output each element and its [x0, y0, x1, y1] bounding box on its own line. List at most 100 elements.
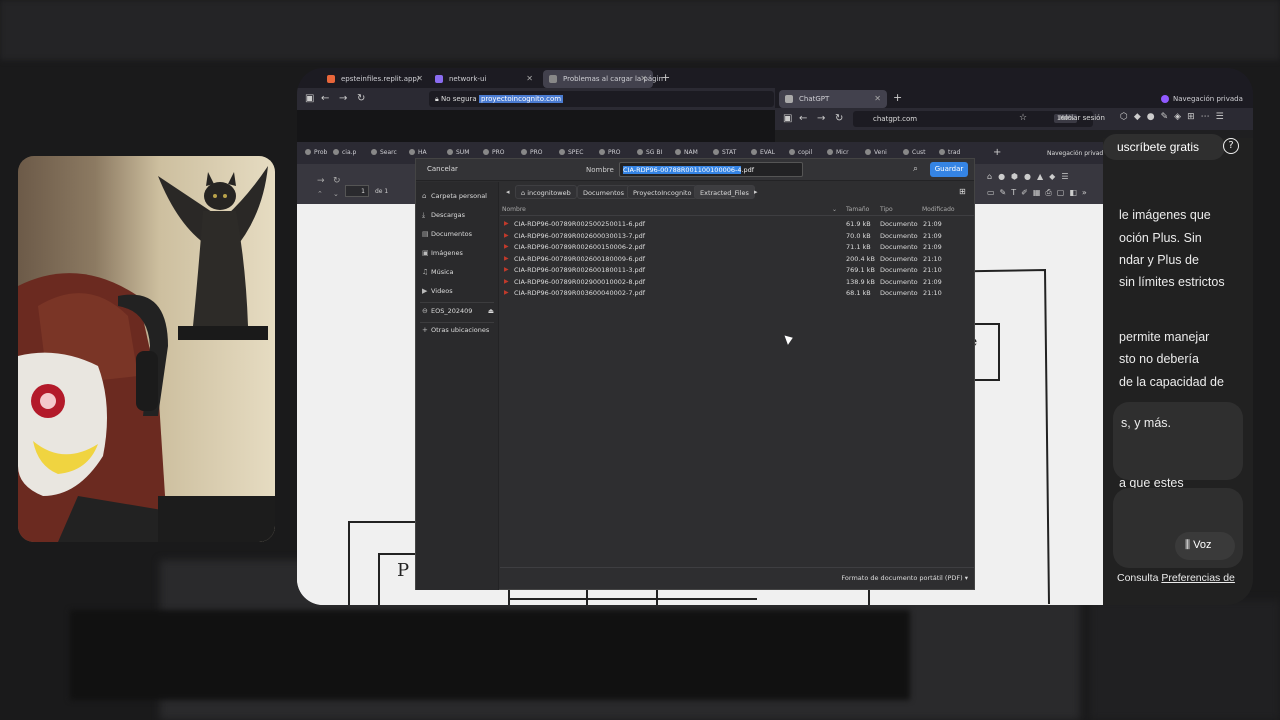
file-row[interactable]: ▶ CIA-RDP96-00789R002600180009-6.pdf 200.4… [500, 253, 974, 265]
favicon-icon [785, 95, 793, 103]
bookmark-item[interactable]: PRO [599, 149, 621, 156]
extension-icons[interactable]: ⬡◆●✎◈⊞⋯☰ [1120, 112, 1230, 122]
breadcrumb-extracted-files[interactable]: Extracted_Files [694, 185, 755, 199]
path-bar: ◂ ⌂ incognitoweb Documentos ProyectoInco… [501, 184, 974, 201]
favicon-icon [327, 75, 335, 83]
music-icon: ♫ [422, 268, 429, 276]
forward-icon[interactable]: → [817, 113, 825, 124]
svg-text:P: P [397, 560, 409, 581]
chatgpt-panel: uscríbete gratis ? le imágenes que oción… [1103, 134, 1253, 605]
chevron-right-icon[interactable]: ▸ [754, 188, 758, 196]
bookmark-item[interactable]: SG BI [637, 149, 662, 156]
chatgpt-window-tabs: ChatGPT ✕ + Navegación privada [775, 88, 1253, 108]
close-icon[interactable]: ✕ [874, 94, 881, 103]
login-button[interactable]: Iniciar sesión [1059, 114, 1105, 122]
sidebar-item-music[interactable]: ♫ Música [422, 268, 453, 276]
file-row[interactable]: ▶ CIA-RDP96-00789R002500250011-6.pdf 61.9 … [500, 218, 974, 230]
save-button[interactable]: Guardar [930, 162, 968, 177]
reload-icon[interactable]: ↻ [357, 93, 365, 104]
new-tab-icon[interactable]: + [893, 91, 902, 104]
back-icon[interactable]: ← [799, 113, 807, 124]
bookmark-item[interactable]: EVAL [751, 149, 775, 156]
next-page-icon[interactable]: ⌄ [333, 190, 339, 198]
bookmark-item[interactable]: SPEC [559, 149, 583, 156]
bookmark-item[interactable]: PRO [521, 149, 543, 156]
extension-icons[interactable]: ⌂●⬢●▲◆☰ [987, 172, 1075, 181]
file-row[interactable]: ▶ CIA-RDP96-00789R002600150006-2.pdf 71.1 … [500, 241, 974, 253]
back-icon[interactable]: ← [321, 93, 329, 104]
file-row[interactable]: ▶ CIA-RDP96-00789R003600040002-7.pdf 68.1 … [500, 287, 974, 299]
file-row[interactable]: ▶ CIA-RDP96-00789R002600030013-7.pdf 70.0 … [500, 230, 974, 242]
sidebar-item-images[interactable]: ▣ Imágenes [422, 249, 463, 257]
tab-network-ui[interactable]: network-ui ✕ [429, 70, 539, 88]
breadcrumb-proyectoincognito[interactable]: ProyectoIncognito [627, 185, 698, 199]
close-icon[interactable]: ✕ [416, 74, 423, 83]
bookmark-item[interactable]: Prob [305, 149, 327, 156]
bookmark-item[interactable]: SUM [447, 149, 469, 156]
breadcrumb-home[interactable]: ⌂ incognitoweb [515, 185, 577, 199]
sidebar-item-other-locations[interactable]: + Otras ubicaciones [422, 326, 489, 334]
home-icon: ⌂ [422, 192, 427, 200]
new-tab-icon[interactable]: + [661, 71, 670, 84]
chevron-left-icon[interactable]: ◂ [506, 188, 510, 196]
sidebar-item-downloads[interactable]: ⤓ Descargas [422, 211, 465, 220]
tab-problemas[interactable]: Problemas al cargar la págin ✕ [543, 70, 663, 88]
forward-icon[interactable]: → [317, 176, 325, 186]
voice-button[interactable]: ⫼ Voz [1175, 532, 1235, 560]
file-type-filter[interactable]: Formato de documento portátil (PDF) ▾ [841, 574, 968, 582]
warning-icon [549, 75, 557, 83]
bookmark-item[interactable]: Veni [865, 149, 887, 156]
tab-chatgpt[interactable]: ChatGPT ✕ [779, 90, 887, 108]
bookmark-item[interactable]: trad [939, 149, 960, 156]
sidebar-icon[interactable]: ▣ [305, 93, 314, 104]
column-modified[interactable]: Modificado [922, 206, 955, 213]
eject-icon[interactable]: ⏏ [488, 307, 494, 315]
preferences-link[interactable]: Preferencias de [1161, 572, 1235, 584]
search-icon[interactable]: ⌕ [913, 164, 918, 174]
tab-epsteinfiles[interactable]: epsteinfiles.replit.app/ ✕ [321, 70, 429, 88]
page-count: de 1 [375, 188, 389, 195]
bookmark-item[interactable]: Micr [827, 149, 849, 156]
footer-text: Consulta Preferencias de [1117, 572, 1235, 584]
sidebar-item-documents[interactable]: ▤ Documentos [422, 230, 472, 238]
bookmark-item[interactable]: cia.p [333, 149, 356, 156]
bookmark-item[interactable]: HA [409, 149, 427, 156]
bookmark-item[interactable]: Searc [371, 149, 397, 156]
sidebar-item-drive[interactable]: ⊖ EOS_202409 ⏏ [422, 307, 494, 315]
subscribe-button[interactable]: uscríbete gratis [1103, 134, 1225, 160]
sidebar-item-videos[interactable]: ▶ Videos [422, 287, 453, 295]
close-icon[interactable]: ✕ [526, 74, 533, 83]
new-tab-icon[interactable]: + [993, 147, 1001, 158]
prev-page-icon[interactable]: ⌃ [317, 190, 323, 198]
voice-wave-icon: ⫼ [1185, 539, 1194, 551]
help-icon[interactable]: ? [1223, 138, 1239, 154]
chat-text-line: permite manejar [1119, 330, 1210, 344]
reload-icon[interactable]: ↻ [835, 113, 843, 124]
chatgpt-url-field[interactable]: chatgpt.com 160% [853, 111, 1093, 127]
bookmark-item[interactable]: Cust [903, 149, 925, 156]
sidebar-item-home[interactable]: ⌂ Carpeta personal [422, 192, 487, 200]
new-folder-icon[interactable]: ⊞ [959, 187, 966, 196]
column-name[interactable]: Nombre [502, 206, 526, 213]
file-row[interactable]: ▶ CIA-RDP96-00789R002600180011-3.pdf 769.1… [500, 264, 974, 276]
annotation-tools[interactable]: ▭✎T✐▦⎙▢◧» [987, 188, 1092, 198]
cancel-button[interactable]: Cancelar [422, 163, 463, 175]
breadcrumb-documentos[interactable]: Documentos [577, 185, 631, 199]
bookmark-item[interactable]: copil [789, 149, 812, 156]
chat-text-line: ndar y Plus de [1119, 253, 1199, 267]
bookmark-item[interactable]: PRO [483, 149, 505, 156]
column-type[interactable]: Tipo [880, 206, 893, 213]
toolbar-gap [297, 110, 775, 142]
reload-icon[interactable]: ↻ [333, 176, 341, 186]
close-icon[interactable]: ✕ [640, 74, 647, 83]
bookmark-item[interactable]: NAM [675, 149, 698, 156]
url-field[interactable]: 🔒︎ No segura proyectoincognito.com [429, 91, 774, 107]
bookmark-item[interactable]: STAT [713, 149, 736, 156]
sidebar-icon[interactable]: ▣ [783, 113, 792, 124]
forward-icon[interactable]: → [339, 93, 347, 104]
page-number-input[interactable]: 1 [345, 185, 369, 197]
bookmark-star-icon[interactable]: ☆ [1019, 113, 1027, 123]
column-size[interactable]: Tamaño [846, 206, 869, 213]
file-row[interactable]: ▶ CIA-RDP96-00789R002900010002-8.pdf 138.9… [500, 276, 974, 288]
filename-input[interactable]: CIA-RDP96-00788R001100100006-4.pdf [619, 162, 803, 177]
